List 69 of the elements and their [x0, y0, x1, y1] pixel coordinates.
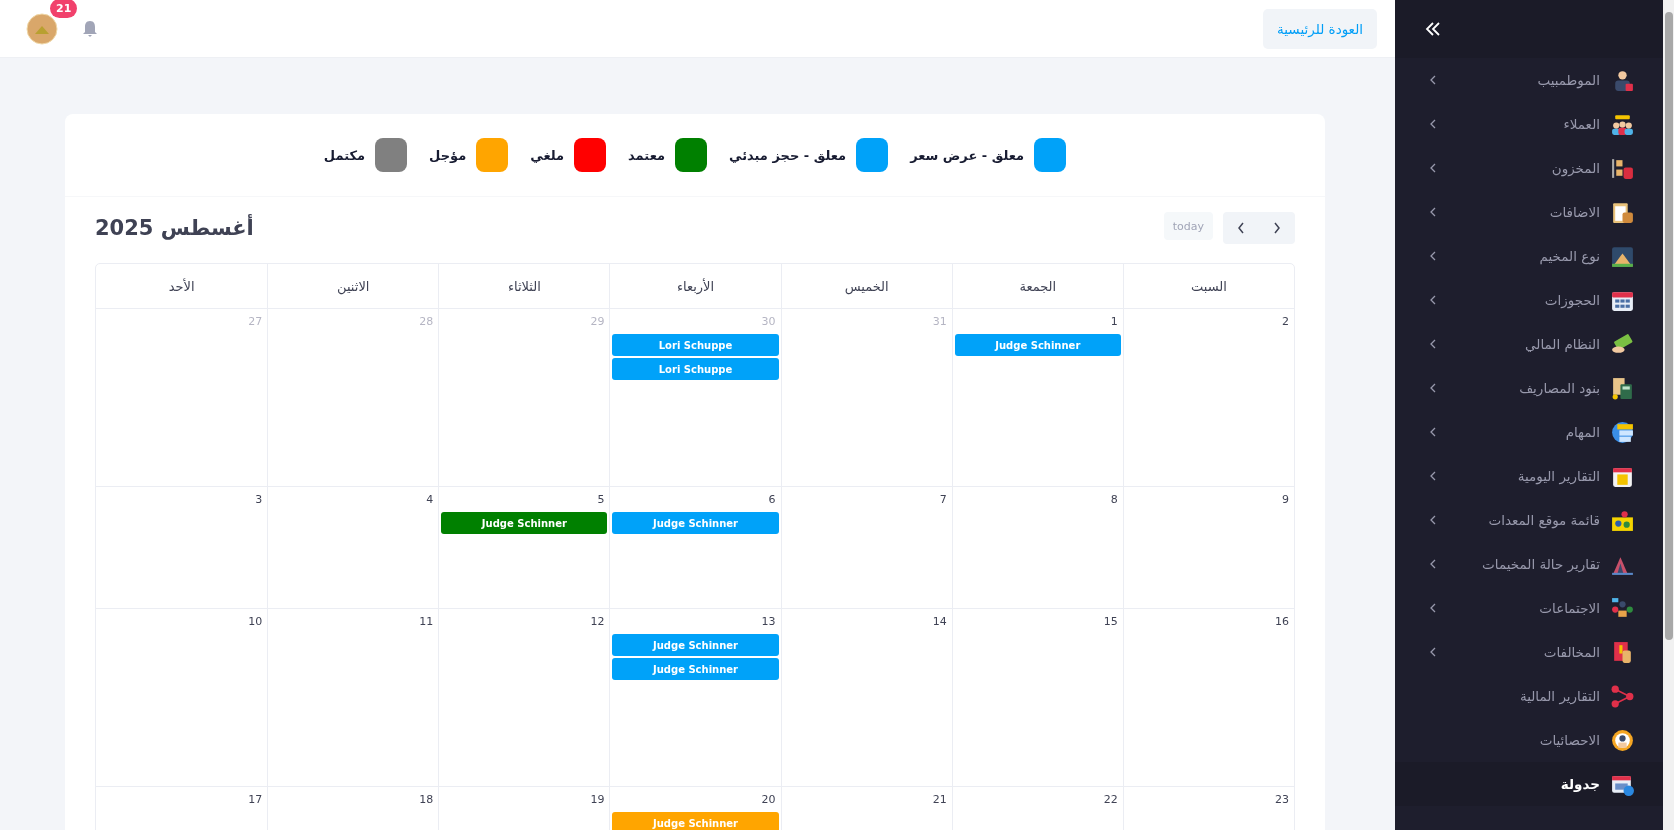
- day-number: 21: [931, 792, 948, 808]
- day-number: 14: [931, 614, 948, 630]
- day-number: 15: [1102, 614, 1119, 630]
- share-icon: [1610, 683, 1635, 709]
- day-number: 18: [418, 792, 435, 808]
- day-number: 10: [247, 614, 264, 630]
- weekday-header: الخميس: [780, 264, 952, 309]
- sidebar-item[interactable]: الحجوزات: [1395, 278, 1663, 322]
- sidebar-item[interactable]: الاحصائيات: [1395, 718, 1663, 762]
- day-number: 17: [247, 792, 264, 808]
- day-number: 4: [425, 492, 435, 508]
- sidebar-item[interactable]: المخزون: [1395, 146, 1663, 190]
- legend-label: مكتمل: [323, 147, 366, 163]
- sidebar-item[interactable]: بنود المصاريف: [1395, 366, 1663, 410]
- day-number: 11: [418, 614, 435, 630]
- day-number: 9: [1281, 492, 1290, 508]
- legend-label: معلق - عرض سعر: [910, 147, 1025, 163]
- weekday-header: الاثنين: [267, 264, 439, 309]
- day-number: 20: [760, 792, 777, 808]
- notification-badge: 21: [50, 0, 78, 18]
- sidebar-item[interactable]: جدولة: [1395, 762, 1663, 806]
- day-number: 5: [596, 492, 606, 508]
- legend-label: ملغي: [530, 147, 565, 163]
- sidebar-item[interactable]: تقارير حالة المخيمات: [1395, 542, 1663, 586]
- day-number: 16: [1274, 614, 1290, 630]
- day-number: 1: [1109, 314, 1119, 330]
- list-icon: [1610, 419, 1635, 445]
- day-number: 12: [589, 614, 606, 630]
- weekday-header: الأربعاء: [609, 264, 781, 309]
- avatar-icon[interactable]: [26, 12, 58, 45]
- weekday-header: الثلاثاء: [438, 264, 610, 309]
- legend-label: مؤجل: [429, 147, 467, 163]
- day-number: 23: [1274, 792, 1290, 808]
- chevron-left-icon: [1237, 222, 1245, 234]
- sidebar-item[interactable]: العملاء: [1395, 102, 1663, 146]
- sidebar-item[interactable]: الموطمبيب: [1395, 58, 1663, 102]
- day-number: 29: [589, 314, 606, 330]
- scrollbar[interactable]: [1663, 0, 1674, 830]
- calculator-icon: [1610, 375, 1635, 401]
- day-number: 19: [589, 792, 606, 808]
- calendar-event[interactable]: Judge Schinner: [441, 512, 608, 534]
- weekday-header: الجمعة: [951, 264, 1123, 309]
- sidebar-item[interactable]: قائمة موقع المعدات: [1395, 498, 1663, 542]
- weekday-header: السبت: [1122, 264, 1294, 309]
- day-number: 13: [760, 614, 777, 630]
- weekday-header: الأحد: [96, 264, 268, 309]
- collapse-icon[interactable]: [1425, 22, 1441, 36]
- sidebar-item[interactable]: نوع المخيم: [1395, 234, 1663, 278]
- day-number: 30: [760, 314, 777, 330]
- day-number: 3: [254, 492, 264, 508]
- sidebar-item[interactable]: الاضافات: [1395, 190, 1663, 234]
- day-number: 2: [1281, 314, 1290, 330]
- calendar-title: أغسطس 2025: [95, 216, 254, 240]
- sidebar-item[interactable]: التقارير المالية: [1395, 674, 1663, 718]
- legend-label: معلق - حجز مبدئي: [729, 147, 847, 163]
- day-number: 7: [938, 492, 948, 508]
- sidebar-item[interactable]: النظام المالي: [1395, 322, 1663, 366]
- sidebar-item[interactable]: المهام: [1395, 410, 1663, 454]
- sidebar-item[interactable]: المخالفات: [1395, 630, 1663, 674]
- day-number: 8: [1109, 492, 1119, 508]
- legend-label: معتمد: [628, 147, 665, 163]
- day-number: 22: [1102, 792, 1119, 808]
- day-number: 27: [247, 314, 264, 330]
- sidebar-item[interactable]: التقارير اليومية: [1395, 454, 1663, 498]
- sidebar-item[interactable]: الاجتماعات: [1395, 586, 1663, 630]
- day-number: 6: [767, 492, 777, 508]
- chevron-right-icon: [1273, 222, 1281, 234]
- day-number: 28: [418, 314, 435, 330]
- day-number: 31: [931, 314, 948, 330]
